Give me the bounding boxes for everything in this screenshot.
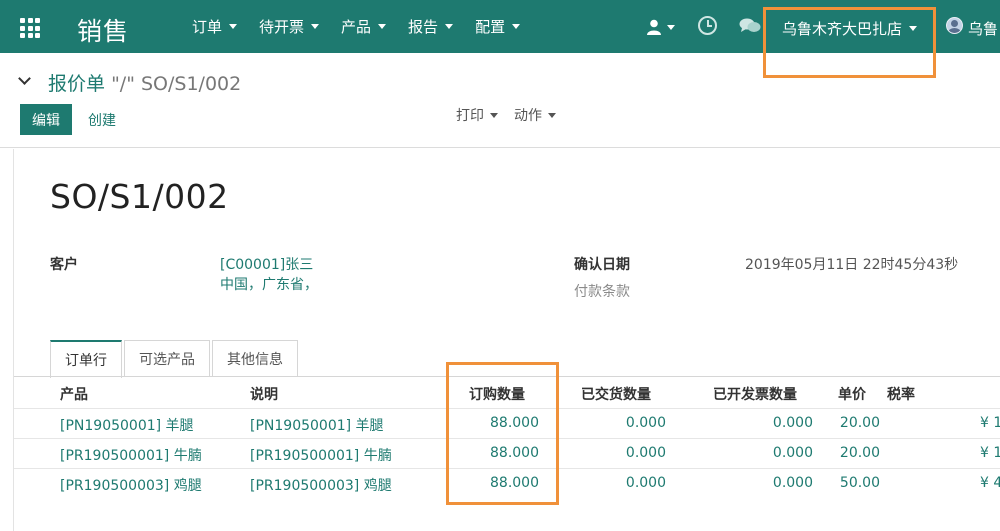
highlight-quantity-box (446, 362, 559, 505)
cell-unit-price: 20.00 (839, 415, 880, 431)
header-tax[interactable]: 税率 (887, 384, 915, 404)
cell-unit-price: 50.00 (839, 475, 880, 491)
cell-product: [PR190500003] 鸡腿 (60, 478, 202, 494)
highlight-company-box (763, 7, 936, 78)
cell-invoiced: 0.000 (772, 415, 813, 431)
chevron-down-icon (445, 24, 454, 29)
customer-address: 中国，广东省， (220, 277, 318, 293)
chevron-down-icon (311, 24, 320, 29)
menu-to-invoice[interactable]: 待开票 (259, 16, 320, 37)
chevron-down-icon (490, 112, 498, 118)
chevron-down-icon (229, 24, 238, 29)
breadcrumb-current: "/" SO/S1/002 (111, 73, 242, 95)
header-unit-price[interactable]: 单价 (838, 384, 866, 404)
customer-link[interactable]: [C00001]张三 (220, 254, 313, 274)
clock-icon[interactable] (698, 16, 717, 35)
cell-delivered: 0.000 (625, 475, 666, 491)
confirm-date-value: 2019年05月11日 22时45分43秒 (745, 257, 959, 273)
cell-delivered: 0.000 (625, 445, 666, 461)
header-invoiced[interactable]: 已开发票数量 (713, 384, 797, 404)
confirm-date-label: 确认日期 (574, 257, 630, 273)
menu-configuration[interactable]: 配置 (475, 16, 521, 37)
payment-terms-label: 付款条款 (574, 284, 630, 300)
edit-button[interactable]: 编辑 (20, 104, 72, 135)
chevron-down-icon[interactable] (18, 72, 31, 85)
tab-other-info[interactable]: 其他信息 (212, 340, 298, 377)
chevron-down-icon (548, 112, 556, 118)
cell-subtotal: ¥ 1 (980, 415, 1000, 431)
chevron-down-icon (512, 24, 521, 29)
cell-subtotal: ¥ 4 (980, 475, 1000, 491)
main-menu: 订单 待开票 产品 报告 配置 (192, 0, 542, 53)
breadcrumb: 报价单 "/" SO/S1/002 (48, 69, 241, 96)
avatar[interactable] (946, 17, 963, 34)
menu-orders-label: 订单 (192, 18, 223, 36)
menu-products[interactable]: 产品 (341, 16, 387, 37)
menu-configuration-label: 配置 (475, 18, 506, 36)
page-title: SO/S1/002 (50, 177, 229, 216)
cell-subtotal: ¥ 1 (980, 445, 1000, 461)
print-label: 打印 (456, 108, 484, 124)
apps-grid-icon[interactable] (20, 18, 40, 38)
action-dropdown[interactable]: 动作 (514, 105, 556, 125)
customer-label: 客户 (50, 257, 78, 273)
menu-reports-label: 报告 (408, 18, 439, 36)
chat-icon[interactable] (739, 17, 761, 35)
header-product[interactable]: 产品 (60, 384, 88, 404)
menu-orders[interactable]: 订单 (192, 16, 238, 37)
chevron-down-icon (667, 24, 675, 30)
cell-description: [PR190500001] 牛腩 (250, 448, 392, 464)
menu-reports[interactable]: 报告 (408, 16, 454, 37)
print-dropdown[interactable]: 打印 (456, 105, 498, 125)
user-name[interactable]: 乌鲁 (968, 18, 998, 39)
menu-products-label: 产品 (341, 18, 372, 36)
tab-optional-products[interactable]: 可选产品 (124, 340, 210, 377)
cell-product: [PN19050001] 羊腿 (60, 418, 194, 434)
create-button[interactable]: 创建 (88, 110, 116, 130)
user-menu-button[interactable] (646, 18, 680, 36)
menu-to-invoice-label: 待开票 (259, 18, 305, 36)
cell-description: [PN19050001] 羊腿 (250, 418, 384, 434)
action-label: 动作 (514, 108, 542, 124)
cell-delivered: 0.000 (625, 415, 666, 431)
cell-invoiced: 0.000 (772, 445, 813, 461)
cell-invoiced: 0.000 (772, 475, 813, 491)
tab-order-lines[interactable]: 订单行 (50, 340, 122, 378)
header-delivered[interactable]: 已交货数量 (581, 384, 651, 404)
breadcrumb-quotations[interactable]: 报价单 (48, 73, 105, 95)
chevron-down-icon (378, 24, 387, 29)
notebook-tabs: 订单行 可选产品 其他信息 (50, 340, 300, 378)
cell-description: [PR190500003] 鸡腿 (250, 478, 392, 494)
app-brand[interactable]: 销售 (77, 12, 129, 48)
header-description[interactable]: 说明 (250, 384, 278, 404)
user-icon (647, 19, 661, 35)
cell-product: [PR190500001] 牛腩 (60, 448, 202, 464)
cell-unit-price: 20.00 (839, 445, 880, 461)
